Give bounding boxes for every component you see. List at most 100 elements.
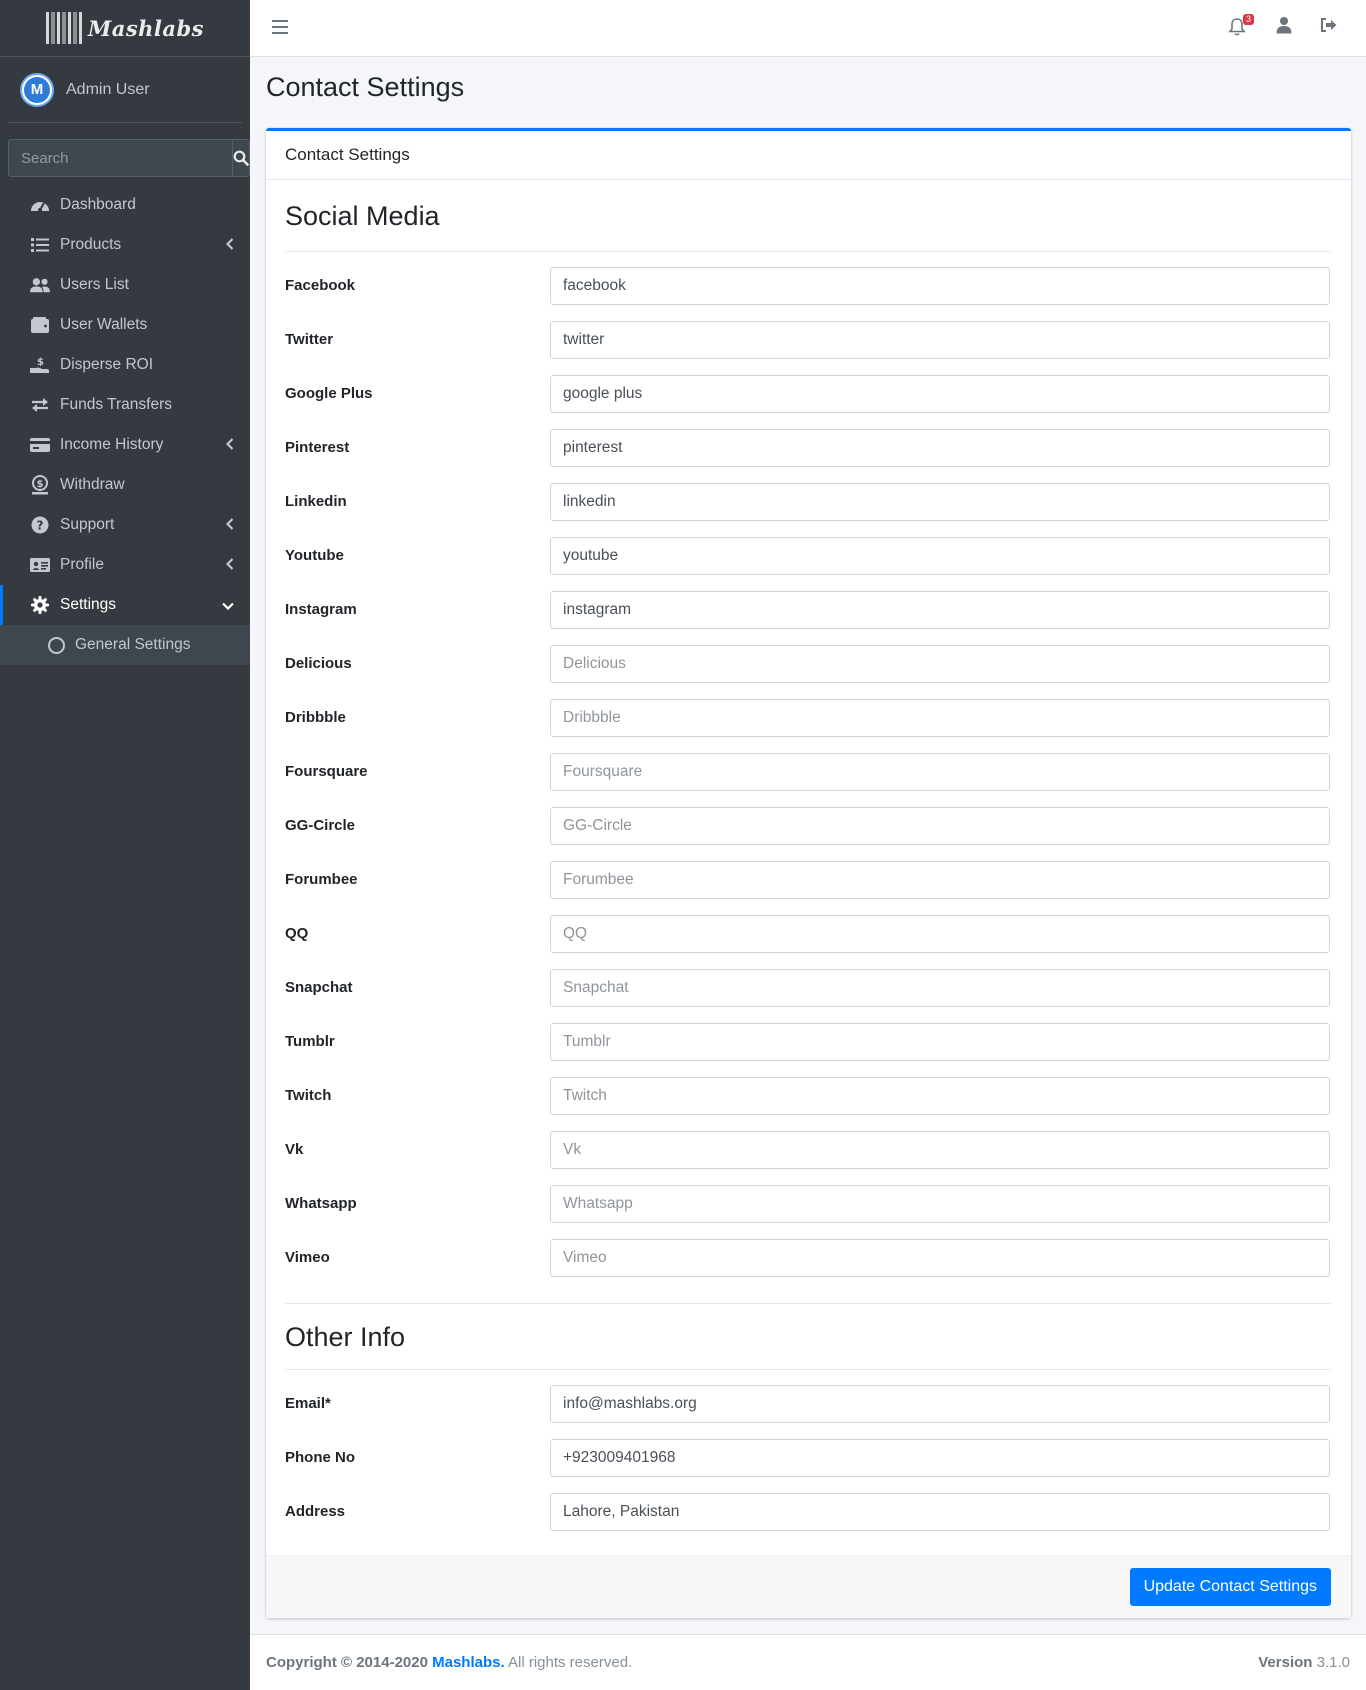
sidebar-item-disperse-roi[interactable]: $ Disperse ROI xyxy=(0,345,250,385)
sidebar-item-label: Users List xyxy=(60,276,129,293)
field-label: Youtube xyxy=(285,547,344,564)
sidebar-item-label: Funds Transfers xyxy=(60,396,172,413)
list-icon xyxy=(30,235,50,255)
snapchat-input[interactable] xyxy=(550,969,1330,1007)
form-row-phone-no: Phone No xyxy=(285,1439,1331,1493)
sidebar-item-label: Profile xyxy=(60,556,104,573)
gg-circle-input[interactable] xyxy=(550,807,1330,845)
field-label: Dribbble xyxy=(285,709,346,726)
credit-card-icon xyxy=(30,435,50,455)
qq-input[interactable] xyxy=(550,915,1330,953)
form-row-tumblr: Tumblr xyxy=(285,1023,1331,1077)
other-info-fields: Email* Phone No Address xyxy=(285,1370,1331,1547)
sidebar-item-dashboard[interactable]: Dashboard xyxy=(0,185,250,225)
field-label: Pinterest xyxy=(285,439,350,456)
field-label: Phone No xyxy=(285,1449,355,1466)
dashboard-icon xyxy=(30,195,50,215)
field-label: QQ xyxy=(285,925,309,942)
sidebar-item-withdraw[interactable]: $ Withdraw xyxy=(0,465,250,505)
section-title-social-media: Social Media xyxy=(285,180,1331,252)
twitter-input[interactable] xyxy=(550,321,1330,359)
brand-link[interactable]: Mashlabs xyxy=(0,0,250,57)
vk-input[interactable] xyxy=(550,1131,1330,1169)
sidebar-item-funds-transfers[interactable]: Funds Transfers xyxy=(0,385,250,425)
update-contact-settings-button[interactable]: Update Contact Settings xyxy=(1129,1568,1331,1606)
form-row-facebook: Facebook xyxy=(285,267,1331,321)
field-label: Vk xyxy=(285,1141,304,1158)
field-label: Twitch xyxy=(285,1087,332,1104)
field-label: Foursquare xyxy=(285,763,368,780)
form-row-gg-circle: GG-Circle xyxy=(285,807,1331,861)
sidebar-nav: Dashboard Products Users List User Wallets $… xyxy=(0,185,250,665)
exchange-icon xyxy=(30,395,50,415)
logout-icon xyxy=(1321,18,1337,32)
form-row-whatsapp: Whatsapp xyxy=(285,1185,1331,1239)
linkedin-input[interactable] xyxy=(550,483,1330,521)
facebook-input[interactable] xyxy=(550,267,1330,305)
form-row-twitter: Twitter xyxy=(285,321,1331,375)
sidebar-item-users-list[interactable]: Users List xyxy=(0,265,250,305)
delicious-input[interactable] xyxy=(550,645,1330,683)
logout-button[interactable] xyxy=(1320,17,1338,38)
forumbee-input[interactable] xyxy=(550,861,1330,899)
vimeo-input[interactable] xyxy=(550,1239,1330,1277)
sidebar-item-user-wallets[interactable]: User Wallets xyxy=(0,305,250,345)
avatar: M xyxy=(20,72,54,107)
field-label: Forumbee xyxy=(285,871,358,888)
search-button[interactable] xyxy=(232,139,250,177)
sidebar-item-label: Withdraw xyxy=(60,476,125,493)
google-plus-input[interactable] xyxy=(550,375,1330,413)
sidebar-search xyxy=(8,139,250,177)
form-row-email: Email* xyxy=(285,1385,1331,1439)
form-row-qq: QQ xyxy=(285,915,1331,969)
form-row-pinterest: Pinterest xyxy=(285,429,1331,483)
user-name[interactable]: Admin User xyxy=(66,81,150,99)
field-label: Twitter xyxy=(285,331,334,348)
field-label: Email* xyxy=(285,1395,331,1412)
circle-icon xyxy=(48,636,65,654)
page-footer: Copyright © 2014-2020 Mashlabs. All righ… xyxy=(250,1634,1366,1690)
twitch-input[interactable] xyxy=(550,1077,1330,1115)
card-header: Contact Settings xyxy=(266,131,1351,180)
pinterest-input[interactable] xyxy=(550,429,1330,467)
search-input[interactable] xyxy=(8,139,232,177)
sidebar-item-profile[interactable]: Profile xyxy=(0,545,250,585)
card-footer: Update Contact Settings xyxy=(266,1555,1351,1618)
form-row-twitch: Twitch xyxy=(285,1077,1331,1131)
field-label: Delicious xyxy=(285,655,352,672)
instagram-input[interactable] xyxy=(550,591,1330,629)
question-icon: ? xyxy=(30,515,50,535)
email-input[interactable] xyxy=(550,1385,1330,1423)
address-input[interactable] xyxy=(550,1493,1330,1531)
form-row-address: Address xyxy=(285,1493,1331,1547)
sidebar-item-label: User Wallets xyxy=(60,316,148,333)
field-label: Google Plus xyxy=(285,385,373,402)
field-label: Address xyxy=(285,1503,346,1520)
form-row-vk: Vk xyxy=(285,1131,1331,1185)
menu-toggle-icon[interactable] xyxy=(272,20,288,34)
chevron-left-icon xyxy=(225,517,234,535)
sidebar-item-label: Products xyxy=(60,236,122,253)
gear-icon xyxy=(30,595,50,615)
foursquare-input[interactable] xyxy=(550,753,1330,791)
user-menu-button[interactable] xyxy=(1276,16,1292,39)
sidebar-item-support[interactable]: ? Support xyxy=(0,505,250,545)
tumblr-input[interactable] xyxy=(550,1023,1330,1061)
user-panel[interactable]: M Admin User xyxy=(8,57,242,123)
phone-no-input[interactable] xyxy=(550,1439,1330,1477)
user-icon xyxy=(1276,17,1292,34)
sidebar-item-settings[interactable]: Settings xyxy=(0,585,250,625)
id-card-icon xyxy=(30,555,50,575)
dribbble-input[interactable] xyxy=(550,699,1330,737)
sidebar-item-income-history[interactable]: Income History xyxy=(0,425,250,465)
form-row-youtube: Youtube xyxy=(285,537,1331,591)
youtube-input[interactable] xyxy=(550,537,1330,575)
company-link[interactable]: Mashlabs. xyxy=(432,1654,505,1671)
brand-logo-icon xyxy=(45,12,82,44)
sidebar-item-products[interactable]: Products xyxy=(0,225,250,265)
sidebar-subitem-general-settings[interactable]: General Settings xyxy=(0,625,250,665)
sidebar-item-label: Support xyxy=(60,516,115,533)
whatsapp-input[interactable] xyxy=(550,1185,1330,1223)
copyright: Copyright © 2014-2020 Mashlabs. All righ… xyxy=(266,1654,633,1671)
notifications-button[interactable]: 3 xyxy=(1228,13,1254,39)
